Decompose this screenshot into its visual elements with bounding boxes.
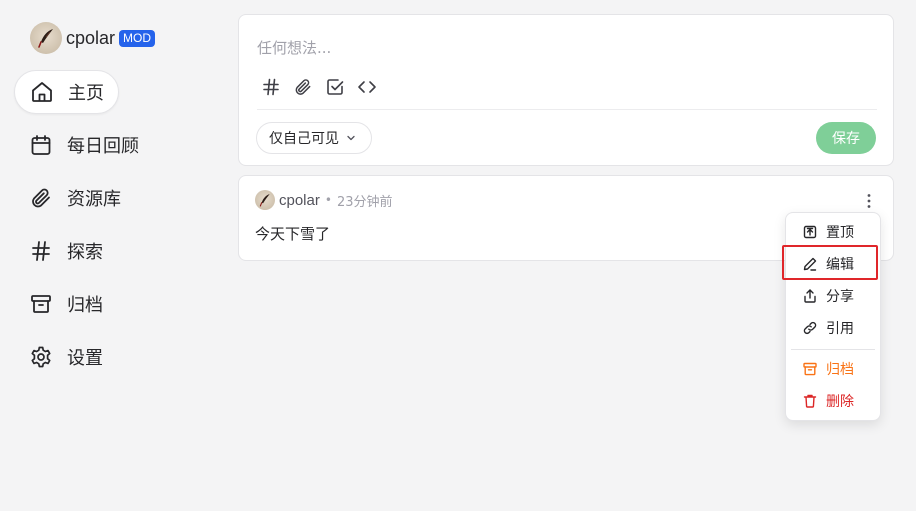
share-icon: [804, 289, 816, 303]
visibility-select[interactable]: 仅自己可见: [256, 122, 372, 154]
sidebar: cpolar MOD 主页 每日回顾 资源库 探索 归档 设置: [0, 0, 220, 511]
archive-icon: [31, 295, 51, 313]
more-vertical-icon[interactable]: [861, 192, 877, 210]
quill-icon: [38, 29, 53, 48]
menu-item-label: 归档: [826, 362, 854, 378]
menu-item-label: 引用: [826, 321, 854, 337]
sidebar-item-label: 归档: [67, 295, 103, 316]
menu-item-pin[interactable]: 置顶: [786, 219, 882, 245]
menu-item-label: 分享: [826, 289, 854, 305]
menu-divider: [791, 349, 875, 350]
separator-dot: •: [324, 193, 332, 207]
hash-icon: [263, 78, 279, 96]
chevron-down-icon: [347, 135, 355, 141]
menu-item-label: 删除: [826, 394, 854, 410]
link-icon: [803, 321, 817, 335]
sidebar-item-label: 设置: [67, 348, 103, 369]
mod-badge: MOD: [119, 29, 156, 47]
sidebar-item-archive[interactable]: 归档: [14, 282, 117, 326]
memo-author[interactable]: cpolar: [279, 192, 320, 209]
sidebar-item-settings[interactable]: 设置: [14, 335, 117, 379]
sidebar-item-label: 每日回顾: [67, 136, 139, 157]
pin-icon: [803, 225, 817, 239]
menu-item-edit[interactable]: 编辑: [786, 251, 882, 277]
sidebar-item-resources[interactable]: 资源库: [14, 176, 135, 220]
memo-editor: 仅自己可见 保存: [238, 14, 894, 166]
brand-name: cpolar: [66, 27, 116, 48]
visibility-label: 仅自己可见: [269, 131, 339, 147]
sidebar-item-label: 资源库: [67, 189, 121, 210]
memo-actions-menu: 置顶 编辑 分享 引用 归档 删除: [785, 212, 881, 421]
brand[interactable]: cpolar MOD: [30, 22, 156, 54]
code-button[interactable]: [357, 77, 377, 97]
memo-timestamp[interactable]: 23分钟前: [337, 191, 393, 210]
menu-item-share[interactable]: 分享: [786, 283, 882, 309]
memo-content: 今天下雪了: [255, 225, 331, 243]
gear-icon: [31, 346, 51, 368]
sidebar-item-home[interactable]: 主页: [14, 70, 119, 114]
sidebar-item-explore[interactable]: 探索: [14, 229, 117, 273]
memo-header: cpolar • 23分钟前: [255, 190, 392, 210]
checkbox-button[interactable]: [325, 77, 345, 97]
paperclip-icon: [295, 79, 311, 95]
menu-item-delete[interactable]: 删除: [786, 388, 882, 414]
memo-input[interactable]: [257, 37, 857, 63]
sidebar-item-label: 探索: [67, 242, 103, 263]
home-icon: [32, 82, 52, 102]
editor-divider: [257, 109, 877, 110]
avatar: [255, 190, 275, 210]
calendar-icon: [31, 135, 51, 155]
sidebar-nav: 主页 每日回顾 资源库 探索 归档 设置: [14, 70, 153, 388]
quill-icon: [259, 194, 270, 207]
save-button[interactable]: 保存: [816, 122, 876, 154]
paperclip-icon: [32, 188, 50, 208]
menu-item-archive[interactable]: 归档: [786, 356, 882, 382]
menu-item-reference[interactable]: 引用: [786, 315, 882, 341]
tag-button[interactable]: [261, 77, 281, 97]
trash-icon: [803, 394, 817, 408]
sidebar-item-daily-review[interactable]: 每日回顾: [14, 123, 153, 167]
sidebar-item-label: 主页: [68, 83, 104, 104]
archive-icon: [803, 362, 817, 376]
code-icon: [358, 81, 376, 93]
avatar: [30, 22, 62, 54]
pencil-icon: [803, 257, 817, 271]
hash-icon: [32, 241, 50, 261]
menu-item-label: 编辑: [826, 257, 854, 273]
checkbox-icon: [327, 79, 344, 95]
attach-button[interactable]: [293, 77, 313, 97]
menu-item-label: 置顶: [826, 225, 854, 241]
editor-toolbar: [261, 77, 377, 97]
